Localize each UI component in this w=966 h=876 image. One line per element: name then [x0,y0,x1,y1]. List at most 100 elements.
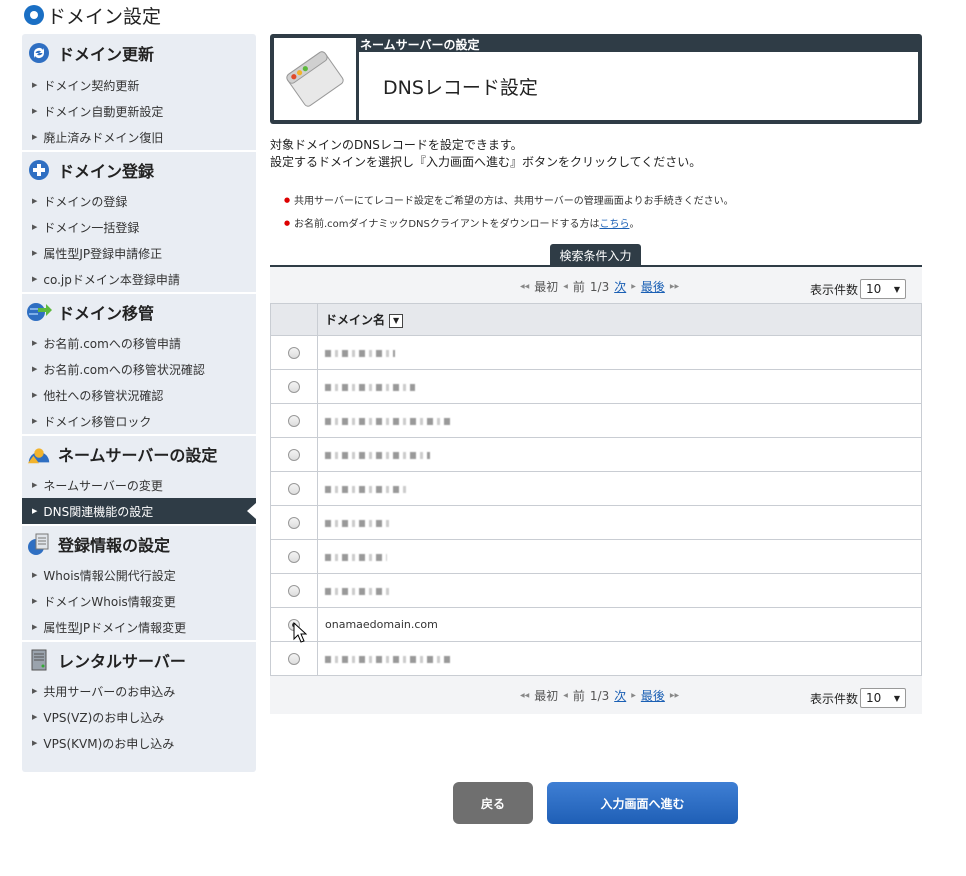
select-cell [270,369,318,404]
arrow-right-icon: ▶ [32,339,38,347]
double-right-icon: ▶▶ [669,283,680,290]
domain-radio[interactable] [288,483,300,495]
domain-radio[interactable] [288,585,300,597]
domain-cell: onamaedomain.com [317,607,922,642]
domain-cell [317,437,922,472]
table-row[interactable] [270,505,922,540]
select-cell [270,335,318,370]
count-select[interactable]: 10 ▼ [860,279,906,299]
page-title: ドメイン設定 [24,3,161,28]
arrow-right-icon: ▶ [32,81,38,89]
pager-prev: 前 [572,689,585,703]
arrow-right-icon: ▶ [32,687,38,695]
sidebar-item-bulk-register[interactable]: ▶ ドメイン一括登録 [22,214,256,240]
nameserver-icon [26,442,52,466]
sidebar-item-vps-kvm[interactable]: ▶ VPS(KVM)のお申し込み [22,730,256,756]
back-button[interactable]: 戻る [453,782,533,824]
table-row[interactable] [270,641,922,676]
globe-transfer-icon [26,300,52,324]
domain-cell [317,539,922,574]
domain-name: onamaedomain.com [325,618,438,631]
double-left-icon: ◀◀ [520,283,530,290]
page-heading: DNSレコード設定 [359,52,918,120]
sidebar-item-vps-vz[interactable]: ▶ VPS(VZ)のお申し込み [22,704,256,730]
domain-radio[interactable] [288,653,300,665]
pager-page: 1/3 [589,688,610,703]
download-link[interactable]: こちら [599,215,629,230]
domain-radio[interactable] [288,551,300,563]
pager-last-link[interactable]: 最後 [641,687,665,704]
mouse-cursor-icon [293,622,307,643]
sidebar-item-jp-correction[interactable]: ▶ 属性型JP登録申請修正 [22,240,256,266]
double-right-icon: ▶▶ [669,692,680,699]
pager-page: 1/3 [589,279,610,294]
left-icon: ◀ [563,692,568,699]
sidebar-item-cojp-register[interactable]: ▶ co.jpドメイン本登録申請 [22,266,256,292]
sidebar-item-restore-domain[interactable]: ▶ 廃止済みドメイン復旧 [22,124,256,150]
arrow-right-icon: ▶ [32,249,38,257]
table-row[interactable] [270,335,922,370]
domain-table: ドメイン名 ▼ onamaedomain.com [270,303,922,676]
domain-radio[interactable] [288,449,300,461]
arrow-right-icon: ▶ [32,739,38,747]
redacted-domain [325,451,430,459]
table-row[interactable] [270,539,922,574]
sort-icon[interactable]: ▼ [389,313,404,328]
domain-radio[interactable] [288,517,300,529]
pager: ◀◀ 最初 ◀ 前 1/3 次 ▶ 最後 ▶▶ [520,687,679,704]
domain-cell [317,641,922,676]
plus-icon [26,158,52,182]
table-row[interactable] [270,369,922,404]
server-icon [26,648,52,672]
sidebar-item-nameserver-change[interactable]: ▶ ネームサーバーの変更 [22,472,256,498]
proceed-button[interactable]: 入力画面へ進む [547,782,738,824]
sidebar-item-jp-info-change[interactable]: ▶ 属性型JPドメイン情報変更 [22,614,256,640]
pager-next-link[interactable]: 次 [614,278,626,295]
sidebar-item-domain-register[interactable]: ▶ ドメインの登録 [22,188,256,214]
table-row[interactable] [270,403,922,438]
redacted-domain [325,587,389,595]
pager-last-link[interactable]: 最後 [641,278,665,295]
arrow-right-icon: ▶ [32,597,38,605]
table-row[interactable] [270,573,922,608]
redacted-domain [325,519,393,527]
table-row[interactable] [270,471,922,506]
pager-first: 最初 [534,689,559,703]
select-cell [270,539,318,574]
sidebar-item-whois-proxy[interactable]: ▶ Whois情報公開代行設定 [22,562,256,588]
note-item: 共用サーバーにてレコード設定をご希望の方は、共用サーバーの管理画面よりお手続きく… [284,188,734,211]
sidebar-item-whois-change[interactable]: ▶ ドメインWhois情報変更 [22,588,256,614]
sidebar-item-transfer-out-status[interactable]: ▶ 他社への移管状況確認 [22,382,256,408]
table-row[interactable] [270,437,922,472]
sidebar-item-dns-settings[interactable]: ▶ DNS関連機能の設定 [22,498,256,524]
document-icon [26,532,52,556]
sidebar-section-domain-transfer: ドメイン移管 [22,292,256,330]
search-conditions-tab[interactable]: 検索条件入力 [550,244,641,266]
count-control: 表示件数 10 ▼ [810,688,906,708]
domain-radio[interactable] [288,347,300,359]
sidebar: ドメイン更新 ▶ ドメイン契約更新 ▶ ドメイン自動更新設定 ▶ 廃止済みドメイン復旧… [22,34,256,772]
sidebar-item-shared-server[interactable]: ▶ 共用サーバーのお申込み [22,678,256,704]
arrow-right-icon: ▶ [32,481,38,489]
redacted-domain [325,655,453,663]
count-select[interactable]: 10 ▼ [860,688,906,708]
section-header: ネームサーバーの設定 DNSレコード設定 [270,34,922,124]
sidebar-item-transfer-lock[interactable]: ▶ ドメイン移管ロック [22,408,256,434]
redacted-domain [325,383,415,391]
pager-prev: 前 [572,280,585,294]
table-row[interactable]: onamaedomain.com [270,607,922,642]
pager-next-link[interactable]: 次 [614,687,626,704]
header-subtitle: ネームサーバーの設定 [360,38,480,52]
left-icon: ◀ [563,283,568,290]
arrow-right-icon: ▶ [32,391,38,399]
sidebar-item-domain-contract-renewal[interactable]: ▶ ドメイン契約更新 [22,72,256,98]
right-icon: ▶ [631,283,636,290]
chevron-down-icon: ▼ [893,693,900,703]
domain-radio[interactable] [288,415,300,427]
sidebar-item-auto-renewal[interactable]: ▶ ドメイン自動更新設定 [22,98,256,124]
sidebar-item-transfer-request[interactable]: ▶ お名前.comへの移管申請 [22,330,256,356]
sidebar-item-transfer-status[interactable]: ▶ お名前.comへの移管状況確認 [22,356,256,382]
double-left-icon: ◀◀ [520,692,530,699]
arrow-right-icon: ▶ [32,275,38,283]
domain-radio[interactable] [288,381,300,393]
